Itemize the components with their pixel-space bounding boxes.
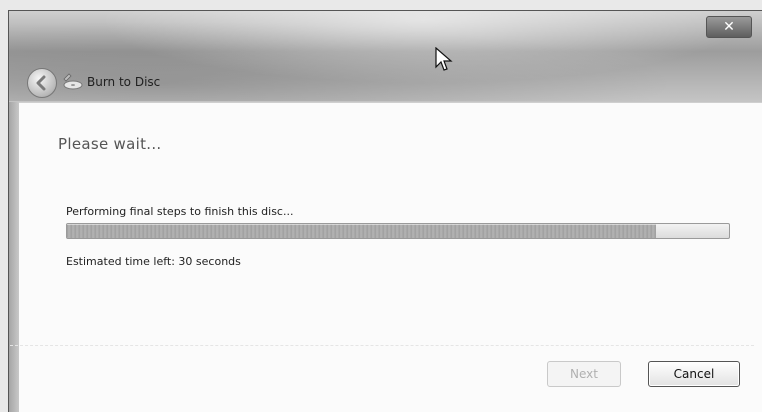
back-button[interactable] [27, 68, 57, 98]
status-text: Performing final steps to finish this di… [66, 205, 294, 218]
page-title: Please wait... [58, 135, 162, 153]
time-left-text: Estimated time left: 30 seconds [66, 255, 241, 268]
close-button[interactable]: ✕ [706, 16, 752, 38]
next-button[interactable]: Next [547, 361, 621, 387]
mouse-cursor-icon [435, 47, 453, 71]
close-icon: ✕ [723, 19, 735, 35]
progress-bar [66, 223, 730, 239]
progress-fill [67, 224, 657, 238]
burn-disc-icon [63, 73, 83, 90]
window-title: Burn to Disc [87, 75, 161, 89]
footer-divider [10, 345, 754, 346]
back-arrow-icon [36, 75, 46, 91]
window-frame-edge [9, 102, 19, 412]
cancel-button[interactable]: Cancel [648, 361, 740, 387]
